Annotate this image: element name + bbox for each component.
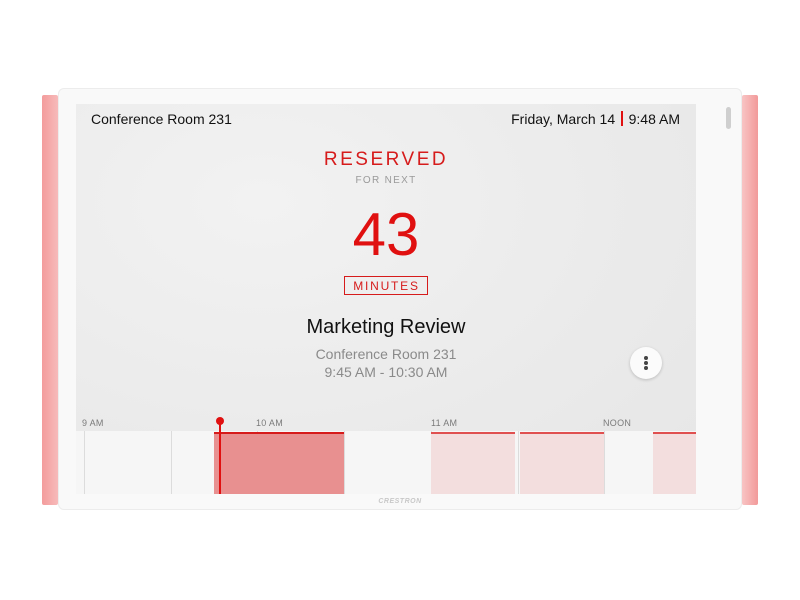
left-led-bar [42,95,58,505]
meeting-room: Conference Room 231 [315,346,457,362]
meeting-title: Marketing Review [306,316,466,338]
timeline-gridline [84,431,85,494]
timeline-gridline [604,431,605,494]
timeline-label-9am: 9 AM [82,418,104,428]
timeline-label-noon: NOON [603,418,632,428]
minutes-unit-badge: MINUTES [344,276,428,295]
room-schedule-screen: Conference Room 231 Friday, March 14 9:48… [76,104,696,494]
meeting-time-range: 9:45 AM - 10:30 AM [324,364,448,380]
header-time: 9:48 AM [628,111,680,127]
timeline-gridline [171,431,172,494]
timeline-label-11am: 11 AM [431,418,458,428]
right-led-bar [742,95,758,505]
datetime-separator [621,111,623,126]
unit-wrap: MINUTES [76,276,696,295]
current-meeting-block[interactable] [214,432,344,494]
status-sub-label: FOR NEXT [355,175,417,186]
stage: CRESTRON Conference Room 231 Friday, Mar… [0,0,800,600]
timeline-gridline [344,431,345,494]
header-datetime: Friday, March 14 9:48 AM [511,111,680,127]
header-date: Friday, March 14 [511,111,616,127]
brand-logo: CRESTRON [378,498,422,505]
current-time-dot [216,417,224,425]
timeline-label-10am: 10 AM [256,418,284,428]
reservation-status: RESERVED [323,149,449,170]
future-meeting-block[interactable] [653,432,696,494]
future-meeting-block[interactable] [431,432,515,494]
future-meeting-block[interactable] [520,432,604,494]
timeline-gridline [518,431,519,494]
bezel-sensor [726,107,731,129]
header-room-name: Conference Room 231 [91,111,232,127]
more-options-button[interactable] [630,347,662,379]
minutes-remaining: 43 [352,201,420,268]
current-time-indicator [219,420,221,494]
